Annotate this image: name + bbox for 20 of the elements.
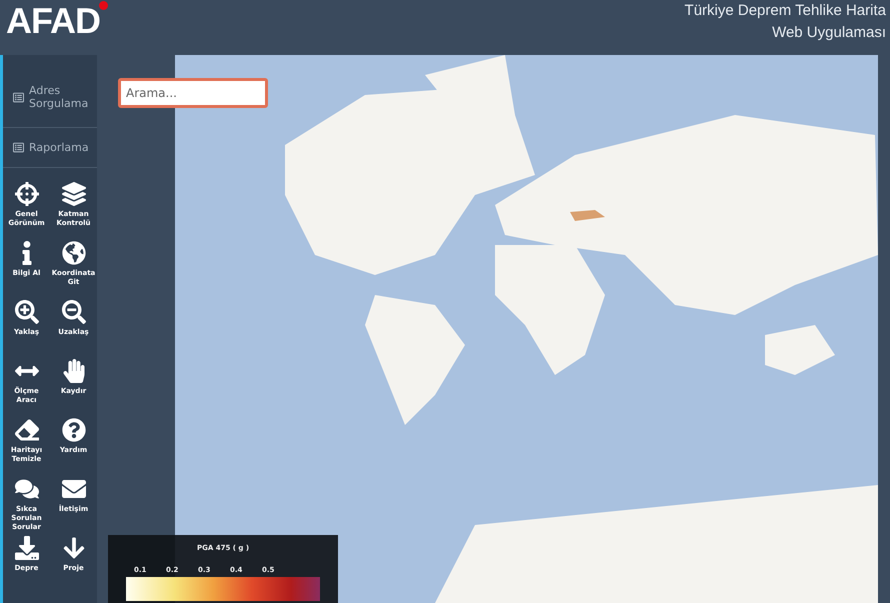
- hand-icon: [62, 359, 86, 383]
- list-icon: [13, 92, 24, 102]
- envelope-icon: [62, 477, 86, 501]
- search-field[interactable]: Arama...: [118, 78, 268, 108]
- layers-icon: [62, 182, 86, 206]
- menu-item[interactable]: Adres Sorgulama: [3, 55, 97, 128]
- list-icon: [13, 142, 24, 153]
- app-title: Türkiye Deprem Tehlike Harita: [684, 1, 886, 21]
- zoom-in-icon: [14, 300, 38, 324]
- menu-item[interactable]: Raporlama: [3, 128, 97, 168]
- zoom-out-icon: [62, 300, 86, 324]
- crosshair-icon: [14, 182, 38, 206]
- down-arrow-icon: [62, 536, 86, 560]
- download-icon: [14, 536, 38, 560]
- app-title: Web Uygulaması: [772, 23, 886, 43]
- help-icon: [62, 418, 86, 442]
- chat-bubbles-icon: [14, 477, 38, 501]
- afad-logo: AFAD: [6, 3, 100, 39]
- globe-icon: [62, 241, 86, 265]
- eraser-icon: [14, 418, 38, 442]
